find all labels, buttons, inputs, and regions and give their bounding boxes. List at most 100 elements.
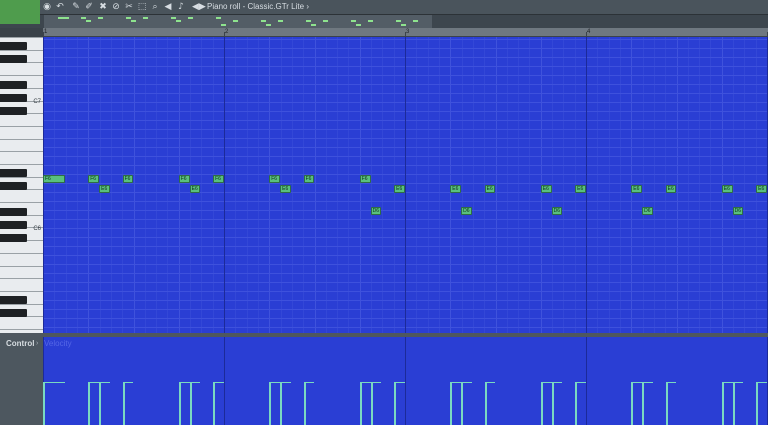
note-f6[interactable]: F6: [303, 175, 315, 183]
velocity-stem[interactable]: [394, 382, 397, 425]
control-parameter[interactable]: Velocity: [44, 339, 72, 348]
velocity-stem[interactable]: [484, 382, 487, 425]
black-key[interactable]: [0, 169, 27, 177]
playback-icon[interactable]: ◀: [163, 2, 173, 12]
grid-step-line: [111, 37, 112, 333]
velocity-stem[interactable]: [631, 382, 634, 425]
velocity-stem[interactable]: [43, 382, 45, 425]
velocity-head: [551, 382, 563, 383]
velocity-stem[interactable]: [178, 382, 181, 425]
note-e6[interactable]: E6: [99, 185, 110, 193]
velocity-stem[interactable]: [450, 382, 453, 425]
velocity-stem[interactable]: [540, 382, 543, 425]
grid-step-line: [529, 37, 530, 333]
note-d6[interactable]: D6: [732, 207, 744, 215]
transport-icon[interactable]: ◀▶: [192, 2, 206, 12]
velocity-stem[interactable]: [189, 382, 192, 425]
slice-icon[interactable]: ✂: [124, 2, 134, 12]
control-label[interactable]: Control: [6, 339, 34, 348]
note-e6[interactable]: E6: [575, 185, 586, 193]
velocity-stem[interactable]: [99, 382, 102, 425]
velocity-stem[interactable]: [642, 382, 645, 425]
note-f6[interactable]: F6: [213, 175, 224, 183]
zoom-icon[interactable]: ⌕: [150, 2, 160, 12]
note-f6[interactable]: F6: [359, 175, 371, 183]
velocity-stem[interactable]: [213, 382, 216, 425]
note-f6[interactable]: F6: [88, 175, 100, 183]
black-key[interactable]: [0, 107, 27, 115]
black-key[interactable]: [0, 182, 27, 190]
black-key[interactable]: [0, 208, 27, 216]
note-d6[interactable]: D6: [370, 207, 382, 215]
pattern-overview[interactable]: [44, 15, 432, 28]
velocity-stem[interactable]: [88, 382, 91, 425]
note-e6[interactable]: E6: [450, 185, 462, 193]
velocity-stem[interactable]: [575, 382, 578, 425]
velocity-stem[interactable]: [756, 382, 759, 425]
velocity-lane[interactable]: [43, 337, 768, 425]
note-e6[interactable]: E6: [484, 185, 496, 193]
minimap-note: [232, 20, 238, 22]
title-arrow-icon[interactable]: ›: [306, 2, 309, 11]
note-d6[interactable]: D6: [642, 207, 653, 215]
grid-step-line: [348, 37, 349, 333]
note-f6[interactable]: F6: [43, 175, 65, 183]
title-instrument[interactable]: Classic.GTr Lite: [247, 2, 304, 11]
select-icon[interactable]: ⬚: [137, 2, 147, 12]
grid-step-line: [258, 37, 259, 333]
note-d6[interactable]: D6: [551, 207, 563, 215]
note-f6[interactable]: F6: [178, 175, 190, 183]
black-key[interactable]: [0, 296, 27, 304]
note-e6[interactable]: E6: [721, 185, 733, 193]
note-e6[interactable]: E6: [280, 185, 291, 193]
tool-corner[interactable]: [0, 0, 40, 24]
grid-step-line: [518, 37, 519, 333]
note-f6[interactable]: F6: [269, 175, 281, 183]
mute-icon[interactable]: ⊘: [111, 2, 121, 12]
velocity-stem[interactable]: [665, 382, 668, 425]
velocity-stem[interactable]: [461, 382, 464, 425]
black-key[interactable]: [0, 309, 27, 317]
minimap-note: [265, 24, 272, 26]
note-e6[interactable]: E6: [540, 185, 552, 193]
note-f6[interactable]: F6: [122, 175, 134, 183]
note-e6[interactable]: E6: [189, 185, 201, 193]
note-e6[interactable]: E6: [631, 185, 643, 193]
velocity-head: [461, 382, 472, 383]
record-icon[interactable]: ◉: [42, 2, 52, 12]
note-grid[interactable]: F6 F6 E6 F6 F6 E6 F6 F6 E6 F6 F6 D6 E6 E6 D6 E6 E6 D6 E6 E6…: [43, 37, 768, 333]
control-arrow-icon[interactable]: ›: [36, 340, 38, 347]
note-e6[interactable]: E6: [394, 185, 405, 193]
undo-icon[interactable]: ↶: [55, 2, 65, 12]
paint-icon[interactable]: ✐: [84, 2, 94, 12]
velocity-stem[interactable]: [280, 382, 283, 425]
speaker-icon[interactable]: ♪: [176, 2, 186, 12]
note-e6[interactable]: E6: [756, 185, 767, 193]
velocity-stem[interactable]: [721, 382, 724, 425]
velocity-stem[interactable]: [269, 382, 272, 425]
velocity-stem[interactable]: [732, 382, 735, 425]
velocity-stem[interactable]: [359, 382, 362, 425]
velocity-stem[interactable]: [370, 382, 373, 425]
delete-icon[interactable]: ✖: [98, 2, 108, 12]
piano-keyboard[interactable]: C7 C6: [0, 37, 43, 333]
grid-step-line: [315, 37, 316, 333]
pencil-icon[interactable]: ✎: [71, 2, 81, 12]
note-e6[interactable]: E6: [665, 185, 677, 193]
black-key[interactable]: [0, 234, 27, 242]
velocity-stem[interactable]: [122, 382, 125, 425]
minimap-note: [355, 24, 362, 26]
velocity-stem[interactable]: [551, 382, 554, 425]
black-key[interactable]: [0, 81, 27, 89]
note-d6[interactable]: D6: [461, 207, 472, 215]
black-key[interactable]: [0, 42, 27, 50]
timeline-ruler[interactable]: 12345: [43, 28, 768, 37]
grid-step-line: [597, 37, 598, 333]
velocity-head: [99, 382, 110, 383]
black-key[interactable]: [0, 55, 27, 63]
velocity-stem[interactable]: [303, 382, 306, 425]
black-key[interactable]: [0, 94, 27, 102]
velocity-head: [575, 382, 586, 383]
grid-step-line: [360, 37, 361, 333]
black-key[interactable]: [0, 221, 27, 229]
